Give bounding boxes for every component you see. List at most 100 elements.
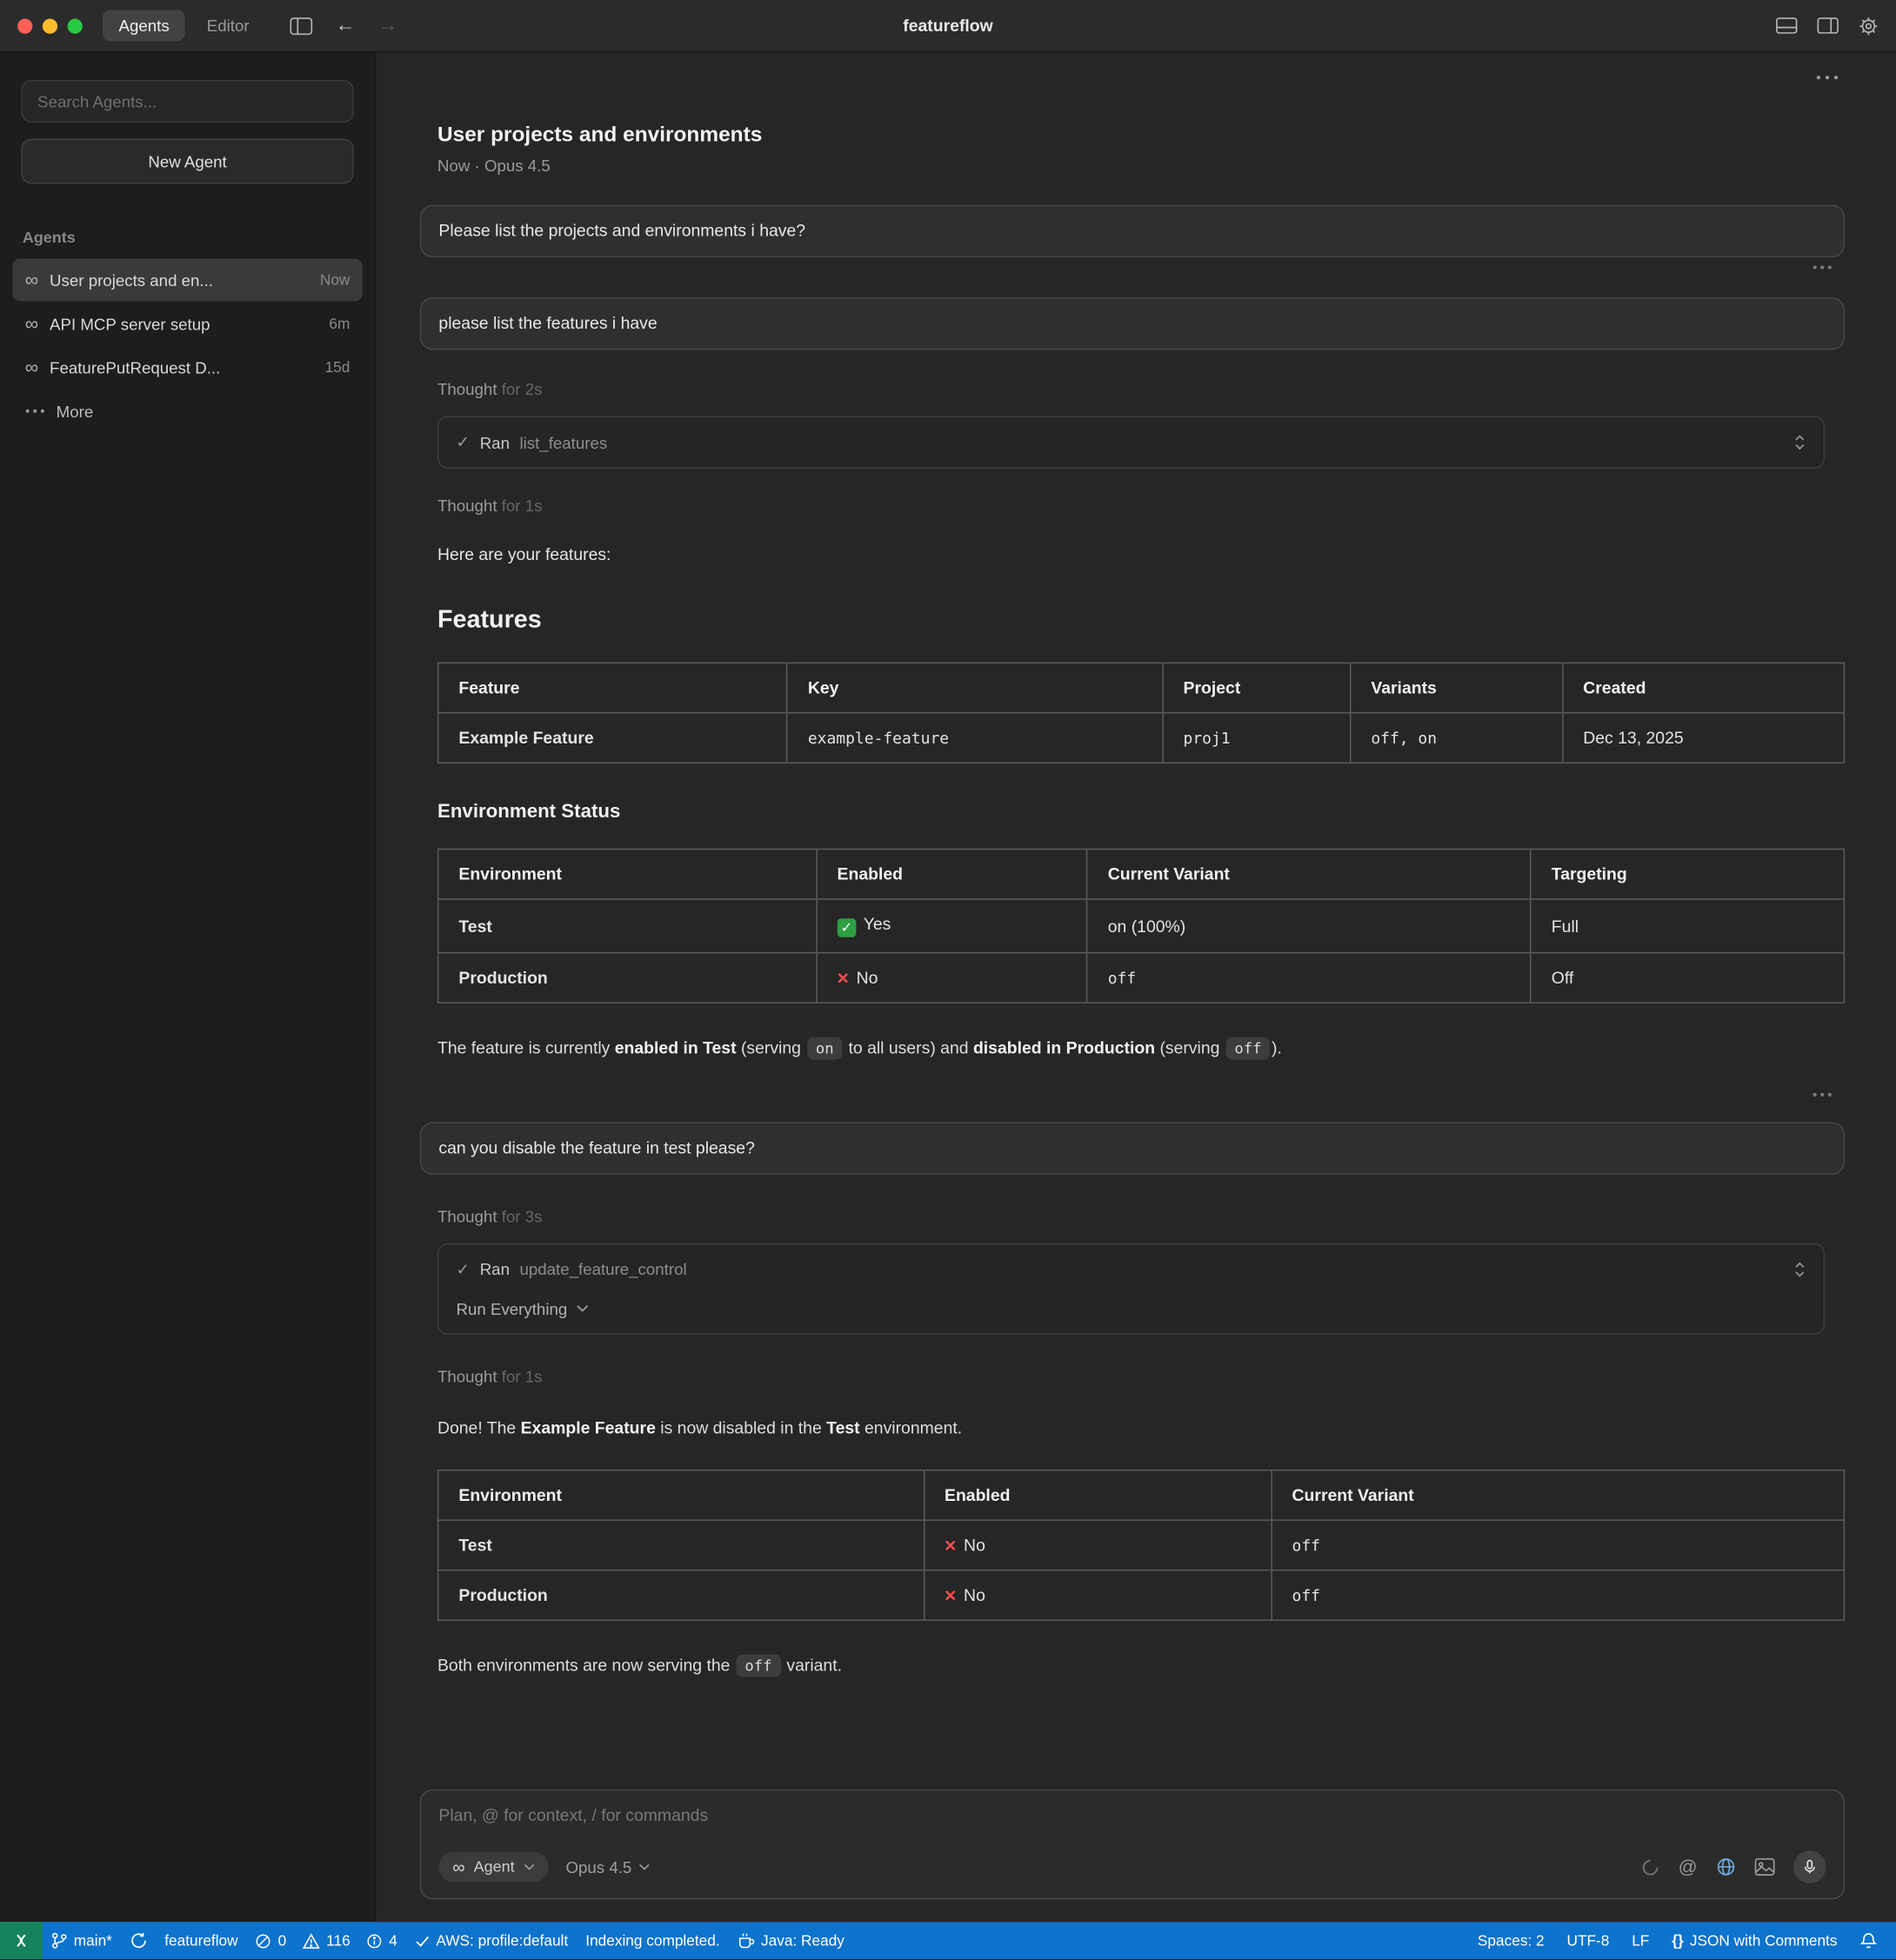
thought-row-1: Thought for 2s bbox=[437, 380, 1845, 399]
sidebar: New Agent Agents ∞ User projects and en.… bbox=[0, 52, 375, 1922]
sidebar-item-api-mcp[interactable]: ∞ API MCP server setup 6m bbox=[12, 303, 362, 345]
tool-name: update_feature_control bbox=[519, 1260, 686, 1279]
indexing-status-item[interactable]: Indexing completed. bbox=[577, 1922, 728, 1959]
col-current-variant: Current Variant bbox=[1272, 1470, 1845, 1519]
footer-note: Both environments are now serving the of… bbox=[437, 1653, 1845, 1679]
notifications-item[interactable] bbox=[1848, 1922, 1888, 1959]
composer-input[interactable] bbox=[438, 1806, 1826, 1851]
composer: ∞ Agent Opus 4.5 @ bbox=[420, 1790, 1845, 1899]
table-header-row: Environment Enabled Current Variant bbox=[438, 1470, 1845, 1519]
cell-variant: off bbox=[1087, 953, 1531, 1003]
cell-targeting: Full bbox=[1531, 899, 1844, 953]
tool-check-icon: ✓ bbox=[457, 432, 471, 452]
cell-created: Dec 13, 2025 bbox=[1563, 713, 1845, 763]
table-header-row: Environment Enabled Current Variant Targ… bbox=[438, 849, 1845, 898]
col-variants: Variants bbox=[1351, 663, 1563, 712]
minimize-window-button[interactable] bbox=[43, 18, 57, 33]
code-chip: off bbox=[736, 1654, 780, 1677]
info-icon bbox=[366, 1932, 383, 1949]
content-area: New Agent Agents ∞ User projects and en.… bbox=[0, 52, 1896, 1922]
cell-project: proj1 bbox=[1163, 713, 1351, 763]
tab-editor[interactable]: Editor bbox=[190, 10, 265, 41]
message-more-icon[interactable] bbox=[420, 265, 1845, 277]
image-icon[interactable] bbox=[1755, 1858, 1775, 1876]
project-name-item[interactable]: featureflow bbox=[156, 1922, 246, 1959]
titlebar-actions bbox=[1776, 16, 1879, 36]
coffee-icon bbox=[738, 1932, 755, 1950]
language-mode-item[interactable]: {} JSON with Comments bbox=[1660, 1922, 1848, 1959]
features-table: Feature Key Project Variants Created Exa… bbox=[437, 663, 1845, 763]
message-more-icon[interactable] bbox=[420, 1092, 1845, 1104]
java-status-item[interactable]: Java: Ready bbox=[729, 1922, 853, 1959]
cell-environment: Production bbox=[438, 1570, 925, 1619]
model-selector[interactable]: Opus 4.5 bbox=[565, 1857, 650, 1877]
problems-item[interactable]: 0 116 4 bbox=[247, 1922, 406, 1959]
settings-gear-icon[interactable] bbox=[1859, 16, 1879, 36]
expand-icon[interactable] bbox=[1793, 434, 1806, 451]
agent-mode-selector[interactable]: ∞ Agent bbox=[438, 1852, 548, 1882]
mention-icon[interactable]: @ bbox=[1679, 1857, 1698, 1877]
more-label: More bbox=[57, 402, 94, 421]
sync-icon bbox=[130, 1932, 147, 1950]
cross-icon: × bbox=[945, 1585, 956, 1606]
chevron-down-icon bbox=[639, 1863, 651, 1871]
error-icon bbox=[256, 1932, 272, 1949]
braces-icon: {} bbox=[1672, 1932, 1683, 1950]
tool-call-update-feature-control[interactable]: ✓ Ran update_feature_control Run Everyth… bbox=[437, 1243, 1825, 1335]
sidebar-item-more[interactable]: More bbox=[12, 390, 362, 432]
agent-item-label: API MCP server setup bbox=[50, 314, 210, 333]
cell-environment: Test bbox=[438, 899, 817, 953]
col-targeting: Targeting bbox=[1531, 849, 1844, 898]
user-message-2: please list the features i have bbox=[420, 297, 1845, 350]
agent-item-time: Now bbox=[320, 271, 350, 289]
eol-item[interactable]: LF bbox=[1620, 1922, 1660, 1959]
agents-section-label: Agents bbox=[23, 229, 352, 246]
chat-more-icon[interactable] bbox=[1816, 75, 1839, 80]
search-input[interactable] bbox=[21, 80, 353, 123]
tool-name: list_features bbox=[519, 433, 607, 452]
tool-call-list-features[interactable]: ✓ Ran list_features bbox=[437, 417, 1825, 469]
more-horizontal-icon bbox=[25, 409, 45, 414]
sidebar-item-user-projects[interactable]: ∞ User projects and en... Now bbox=[12, 258, 362, 301]
cell-enabled: ×No bbox=[924, 1570, 1272, 1619]
traffic-lights bbox=[17, 18, 83, 33]
tab-agents[interactable]: Agents bbox=[103, 10, 186, 41]
back-icon[interactable]: ← bbox=[336, 15, 356, 37]
expand-icon[interactable] bbox=[1793, 1261, 1806, 1278]
col-created: Created bbox=[1563, 663, 1845, 712]
close-window-button[interactable] bbox=[17, 18, 32, 33]
forward-icon[interactable]: → bbox=[378, 15, 398, 37]
sidebar-item-featureputrequest[interactable]: ∞ FeaturePutRequest D... 15d bbox=[12, 346, 362, 389]
remote-indicator[interactable] bbox=[0, 1922, 43, 1959]
col-enabled: Enabled bbox=[817, 849, 1087, 898]
window-title: featureflow bbox=[903, 17, 992, 36]
zoom-window-button[interactable] bbox=[68, 18, 83, 33]
env-status-heading: Environment Status bbox=[437, 801, 1845, 823]
spaces-item[interactable]: Spaces: 2 bbox=[1466, 1922, 1556, 1959]
encoding-item[interactable]: UTF-8 bbox=[1556, 1922, 1621, 1959]
status-bar: main* featureflow 0 116 4 AWS: profile:d… bbox=[0, 1922, 1896, 1959]
table-row: Production ×No off bbox=[438, 1570, 1845, 1619]
tool-status: Ran bbox=[480, 433, 510, 452]
titlebar: Agents Editor ← → featureflow bbox=[0, 0, 1896, 52]
table-header-row: Feature Key Project Variants Created bbox=[438, 663, 1845, 712]
run-everything-dropdown[interactable]: Run Everything bbox=[457, 1299, 1806, 1318]
cross-icon: × bbox=[838, 969, 849, 990]
cross-icon: × bbox=[945, 1536, 956, 1557]
result-table: Environment Enabled Current Variant Test… bbox=[437, 1470, 1845, 1621]
summary-paragraph: The feature is currently enabled in Test… bbox=[437, 1036, 1845, 1062]
cell-enabled: ✓Yes bbox=[817, 899, 1087, 953]
git-branch-item[interactable]: main* bbox=[43, 1922, 121, 1959]
cell-feature: Example Feature bbox=[438, 713, 787, 763]
sidebar-toggle-icon[interactable] bbox=[290, 17, 313, 34]
panel-bottom-icon[interactable] bbox=[1776, 17, 1797, 34]
conversation-title: User projects and environments bbox=[437, 123, 1845, 148]
panel-right-icon[interactable] bbox=[1817, 17, 1838, 34]
mic-icon[interactable] bbox=[1793, 1850, 1826, 1883]
user-message-1: Please list the projects and environment… bbox=[420, 205, 1845, 257]
table-row: Production ×No off Off bbox=[438, 953, 1845, 1003]
new-agent-button[interactable]: New Agent bbox=[21, 139, 353, 184]
sync-item[interactable] bbox=[121, 1922, 156, 1959]
aws-profile-item[interactable]: AWS: profile:default bbox=[406, 1922, 577, 1959]
globe-icon[interactable] bbox=[1716, 1857, 1736, 1877]
